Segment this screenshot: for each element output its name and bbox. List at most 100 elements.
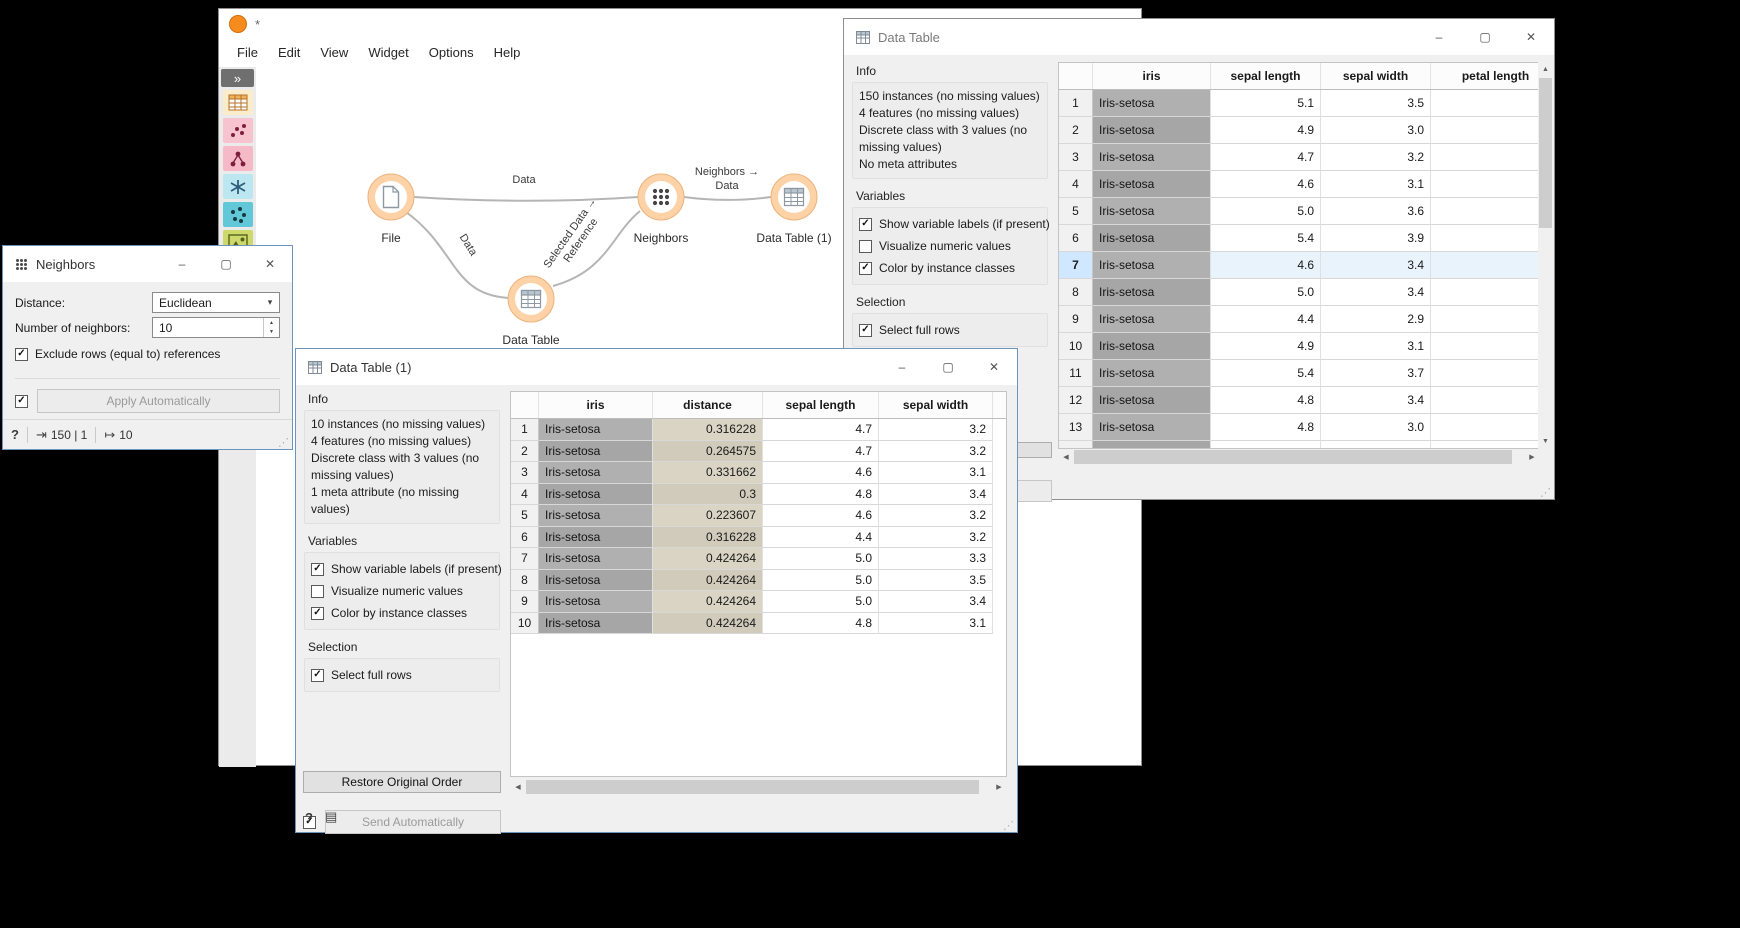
resize-grip[interactable]: ⋰ [1003, 821, 1014, 832]
checkbox-option[interactable]: ✓ Visualize numeric values [311, 580, 493, 602]
table-row[interactable]: 10 Iris-setosa 0.424264 4.8 3.1 [511, 613, 993, 635]
table-row[interactable]: 8 Iris-setosa 5.0 3.4 1.5 [1059, 279, 1540, 306]
horizontal-scrollbar[interactable]: ◀ ▶ [1058, 449, 1540, 465]
tree-widget-icon[interactable] [223, 146, 253, 171]
minimize-button[interactable]: – [160, 246, 204, 282]
title-bar[interactable]: Neighbors – ▢ ✕ [3, 246, 292, 282]
table-row[interactable]: 9 Iris-setosa 4.4 2.9 1.4 [1059, 306, 1540, 333]
spin-down-icon[interactable]: ▼ [264, 328, 279, 338]
row-number: 8 [1059, 279, 1093, 306]
table-row[interactable]: 2 Iris-setosa 0.264575 4.7 3.2 [511, 441, 993, 463]
table-row[interactable]: 9 Iris-setosa 0.424264 5.0 3.4 [511, 591, 993, 613]
column-header[interactable]: sepal length [763, 392, 879, 418]
column-header[interactable]: iris [1093, 63, 1211, 89]
checkbox-option[interactable]: ✓ Show variable labels (if present) [859, 213, 1041, 235]
title-bar[interactable]: Data Table (1) – ▢ ✕ [296, 349, 1017, 385]
auto-apply-checkbox[interactable]: ✓ [15, 390, 28, 412]
table-row[interactable]: 3 Iris-setosa 0.331662 4.6 3.1 [511, 462, 993, 484]
table-row[interactable]: 2 Iris-setosa 4.9 3.0 1.4 [1059, 117, 1540, 144]
title-bar[interactable]: Data Table – ▢ ✕ [844, 19, 1554, 55]
table-row[interactable]: 10 Iris-setosa 4.9 3.1 1.5 [1059, 333, 1540, 360]
report-icon[interactable]: ▤ [325, 809, 337, 825]
spin-up-icon[interactable]: ▲ [264, 318, 279, 328]
distance-select[interactable]: Euclidean ▾ [152, 292, 280, 313]
close-button[interactable]: ✕ [1508, 19, 1554, 55]
data-table-widget-icon[interactable] [223, 90, 253, 115]
link-file-neighbors[interactable] [414, 197, 638, 201]
table-row[interactable]: 12 Iris-setosa 4.8 3.4 1.6 [1059, 387, 1540, 414]
table-row[interactable]: 7 Iris-setosa 0.424264 5.0 3.3 [511, 548, 993, 570]
horizontal-scrollbar[interactable]: ◀ ▶ [510, 779, 1007, 795]
toolbox-expand-button[interactable]: » [221, 69, 254, 87]
close-button[interactable]: ✕ [248, 246, 292, 282]
table-row[interactable]: 11 Iris-setosa 5.4 3.7 1.5 [1059, 360, 1540, 387]
minimize-button[interactable]: – [1416, 19, 1462, 55]
sepal-width-cell: 3.3 [879, 548, 993, 570]
sepal-length-cell: 4.7 [1211, 144, 1321, 171]
table-row[interactable]: 5 Iris-setosa 0.223607 4.6 3.2 [511, 505, 993, 527]
column-header[interactable]: petal length [1431, 63, 1540, 89]
neighbors-count-input[interactable]: 10 ▲ ▼ [152, 317, 280, 338]
maximize-button[interactable]: ▢ [204, 246, 248, 282]
checkbox-option[interactable]: ✓ Select full rows [859, 319, 1041, 341]
checkbox-option[interactable]: ✓ Visualize numeric values [859, 235, 1041, 257]
vertical-scrollbar[interactable]: ▲ ▼ [1538, 62, 1553, 449]
checkbox-label: Visualize numeric values [879, 239, 1011, 253]
table-row[interactable]: 6 Iris-setosa 5.4 3.9 1.7 [1059, 225, 1540, 252]
table-row[interactable]: 13 Iris-setosa 4.8 3.0 1.4 [1059, 414, 1540, 441]
info-line: 4 features (no missing values) [311, 433, 493, 450]
table-row[interactable]: 4 Iris-setosa 4.6 3.1 1.5 [1059, 171, 1540, 198]
link-neighbors-datatable1[interactable] [684, 197, 771, 200]
maximize-button[interactable]: ▢ [1462, 19, 1508, 55]
scrollbar-thumb[interactable] [1074, 450, 1512, 464]
send-automatically-button[interactable]: Send Automatically [325, 810, 501, 834]
resize-grip[interactable]: ⋰ [1540, 488, 1551, 499]
table-row[interactable]: 4 Iris-setosa 0.3 4.8 3.4 [511, 484, 993, 506]
table-row[interactable]: 1 Iris-setosa 0.316228 4.7 3.2 [511, 419, 993, 441]
table-row[interactable]: 14 Iris-setosa 4.3 3.0 1.1 [1059, 441, 1540, 449]
table-row[interactable]: 8 Iris-setosa 0.424264 5.0 3.5 [511, 570, 993, 592]
help-icon[interactable]: ? [305, 810, 313, 825]
info-line: Discrete class with 3 values (no missing… [311, 450, 493, 484]
scrollbar-thumb[interactable] [1539, 78, 1552, 228]
node-neighbors[interactable]: Neighbors [634, 174, 689, 245]
scroll-left-icon[interactable]: ◀ [1058, 449, 1074, 465]
link-file-datatable[interactable] [406, 212, 509, 298]
column-header[interactable]: iris [539, 392, 653, 418]
resize-grip[interactable]: ⋰ [278, 438, 289, 449]
scroll-right-icon[interactable]: ▶ [1524, 449, 1540, 465]
apply-automatically-button[interactable]: Apply Automatically [37, 389, 280, 413]
checkbox-option[interactable]: ✓ Color by instance classes [311, 602, 493, 624]
column-header[interactable]: sepal length [1211, 63, 1321, 89]
checkbox-option[interactable]: ✓ Color by instance classes [859, 257, 1041, 279]
scroll-left-icon[interactable]: ◀ [510, 779, 526, 795]
checkbox-option[interactable]: ✓ Show variable labels (if present) [311, 558, 493, 580]
network-widget-icon[interactable] [223, 202, 253, 227]
scroll-right-icon[interactable]: ▶ [991, 779, 1007, 795]
column-header[interactable]: sepal width [879, 392, 993, 418]
node-data-table[interactable]: Data Table [502, 276, 559, 347]
minimize-button[interactable]: – [879, 349, 925, 385]
scrollbar-thumb[interactable] [526, 780, 979, 794]
table-row[interactable]: 5 Iris-setosa 5.0 3.6 1.4 [1059, 198, 1540, 225]
evaluate-widget-icon[interactable] [223, 174, 253, 199]
scroll-down-icon[interactable]: ▼ [1538, 434, 1553, 449]
close-button[interactable]: ✕ [971, 349, 1017, 385]
info-group: Info 150 instances (no missing values)4 … [852, 64, 1048, 179]
node-file[interactable]: File [368, 174, 414, 245]
table-row[interactable]: 7 Iris-setosa 4.6 3.4 1.4 [1059, 252, 1540, 279]
scroll-up-icon[interactable]: ▲ [1538, 62, 1553, 77]
table-row[interactable]: 6 Iris-setosa 0.316228 4.4 3.2 [511, 527, 993, 549]
help-icon[interactable]: ? [11, 427, 19, 442]
node-data-table-1[interactable]: Data Table (1) [756, 174, 831, 245]
restore-original-order-button[interactable]: Restore Original Order [303, 771, 501, 793]
scatter-plot-widget-icon[interactable] [223, 118, 253, 143]
table-row[interactable]: 3 Iris-setosa 4.7 3.2 1.3 [1059, 144, 1540, 171]
table-row[interactable]: 1 Iris-setosa 5.1 3.5 1.4 [1059, 90, 1540, 117]
maximize-button[interactable]: ▢ [925, 349, 971, 385]
checkbox-option[interactable]: ✓ Select full rows [311, 664, 493, 686]
column-header[interactable]: distance [653, 392, 763, 418]
exclude-references-checkbox[interactable]: ✓ Exclude rows (equal to) references [15, 343, 280, 365]
column-header[interactable]: sepal width [1321, 63, 1431, 89]
row-number: 4 [1059, 171, 1093, 198]
